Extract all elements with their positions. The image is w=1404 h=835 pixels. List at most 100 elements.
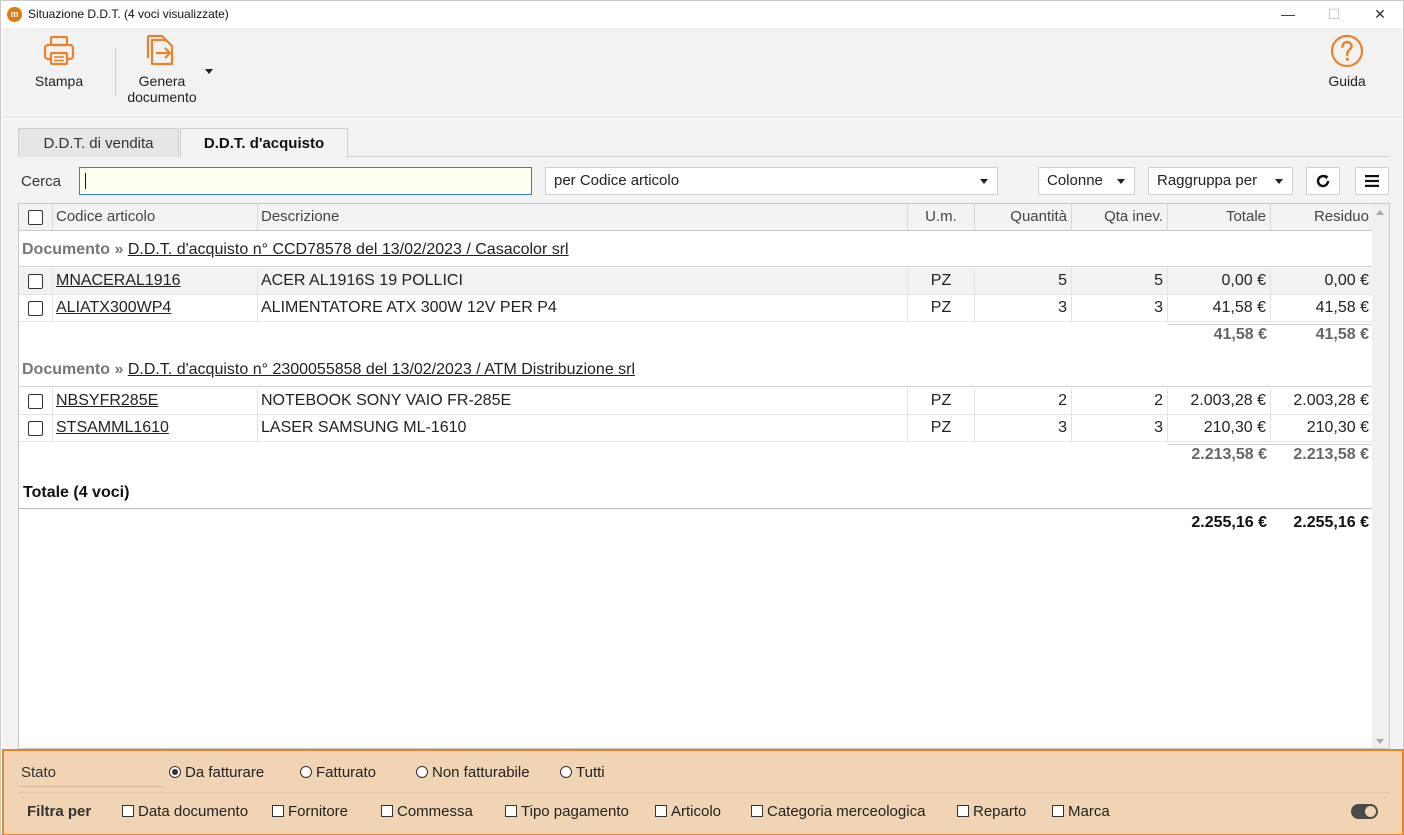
help-label: Guida: [1328, 73, 1366, 89]
document-link[interactable]: D.D.T. d'acquisto n° CCD78578 del 13/02/…: [128, 241, 569, 258]
residuo-cell: 0,00 €: [1324, 272, 1369, 289]
residuo-cell: 2.003,28 €: [1293, 392, 1369, 409]
search-mode-select[interactable]: per Codice articolo: [545, 167, 998, 195]
um-cell: PZ: [908, 268, 975, 294]
group-by-dropdown[interactable]: Raggruppa per: [1148, 167, 1293, 195]
filter-data-documento[interactable]: Data documento: [122, 803, 248, 820]
radio-label: Da fatturare: [185, 764, 265, 781]
document-group-header: Documento » D.D.T. d'acquisto n° CCD7857…: [22, 241, 569, 259]
generate-label-line1: Genera: [138, 73, 186, 89]
tab-ddt-vendita[interactable]: D.D.T. di vendita: [18, 128, 179, 157]
total-cell: 0,00 €: [1168, 268, 1271, 294]
filter-articolo[interactable]: Articolo: [655, 803, 721, 820]
header-quantita[interactable]: Quantità: [975, 204, 1072, 230]
qta-inev-cell: 3: [1072, 415, 1168, 441]
header-qta-inev[interactable]: Qta inev.: [1072, 204, 1168, 230]
header-totale[interactable]: Totale: [1168, 204, 1271, 230]
generate-document-button[interactable]: Genera documento: [120, 33, 204, 111]
select-all-checkbox[interactable]: [28, 210, 43, 225]
article-code-link[interactable]: ALIATX300WP4: [56, 299, 171, 316]
article-code-link[interactable]: STSAMML1610: [56, 419, 169, 436]
columns-dropdown[interactable]: Colonne: [1038, 167, 1135, 195]
print-button[interactable]: Stampa: [24, 33, 94, 95]
printer-icon: [43, 35, 75, 66]
tab-ddt-acquisto[interactable]: D.D.T. d'acquisto: [180, 128, 348, 158]
radio-icon: [560, 766, 572, 778]
close-button[interactable]: ✕: [1357, 1, 1403, 28]
checkbox-label: Categoria merceologica: [767, 803, 926, 820]
total-cell: 210,30 €: [1168, 415, 1271, 441]
table-row[interactable]: ALIATX300WP4 ALIMENTATORE ATX 300W 12V P…: [19, 295, 1373, 322]
row-check-cell: [19, 268, 53, 294]
filter-categoria-merceologica[interactable]: Categoria merceologica: [751, 803, 925, 820]
checkbox-icon: [381, 805, 393, 817]
stato-divider: [18, 786, 163, 787]
filter-reparto[interactable]: Reparto: [957, 803, 1026, 820]
um-cell: PZ: [908, 295, 975, 321]
row-checkbox[interactable]: [28, 301, 43, 316]
radio-da-fatturare[interactable]: Da fatturare: [169, 764, 264, 781]
filter-commessa[interactable]: Commessa: [381, 803, 473, 820]
main-content: D.D.T. di vendita D.D.T. d'acquisto Cerc…: [2, 119, 1402, 749]
article-code-link[interactable]: MNACERAL1916: [56, 272, 181, 289]
scroll-up-icon[interactable]: [1376, 210, 1384, 215]
table-row[interactable]: NBSYFR285E NOTEBOOK SONY VAIO FR-285E PZ…: [19, 388, 1373, 415]
residuo-cell: 41,58 €: [1315, 299, 1369, 316]
document-link[interactable]: D.D.T. d'acquisto n° 2300055858 del 13/0…: [128, 361, 635, 378]
group-subtotal-total: 41,58 €: [1213, 326, 1267, 343]
document-separator: »: [114, 241, 124, 258]
help-button[interactable]: Guida: [1315, 33, 1379, 95]
um-cell: PZ: [908, 415, 975, 441]
filter-fornitore[interactable]: Fornitore: [272, 803, 348, 820]
document-label: Documento: [22, 361, 110, 378]
ddt-grid: Codice articolo Descrizione U.m. Quantit…: [18, 203, 1390, 749]
residuo-cell: 210,30 €: [1306, 419, 1369, 436]
description-cell: ACER AL1916S 19 POLLICI: [258, 268, 908, 294]
generate-dropdown-icon[interactable]: [205, 69, 213, 74]
quantity-cell: 3: [975, 295, 1072, 321]
qta-inev-cell: 5: [1072, 268, 1168, 294]
minimize-button[interactable]: —: [1265, 1, 1311, 28]
row-checkbox[interactable]: [28, 421, 43, 436]
group-by-label: Raggruppa per: [1157, 172, 1258, 189]
row-checkbox[interactable]: [28, 274, 43, 289]
export-document-icon: [146, 34, 174, 66]
code-cell: MNACERAL1916: [53, 268, 258, 294]
menu-button[interactable]: [1355, 167, 1389, 195]
row-check-cell: [19, 295, 53, 321]
code-cell: ALIATX300WP4: [53, 295, 258, 321]
radio-tutti[interactable]: Tutti: [560, 764, 605, 781]
app-logo-icon: m: [7, 7, 22, 22]
description-cell: ALIMENTATORE ATX 300W 12V PER P4: [258, 295, 908, 321]
checkbox-label: Data documento: [138, 803, 249, 820]
code-cell: STSAMML1610: [53, 415, 258, 441]
toolbar-separator: [115, 48, 116, 96]
vertical-scrollbar[interactable]: [1372, 204, 1389, 748]
header-descrizione[interactable]: Descrizione: [258, 204, 908, 230]
search-input[interactable]: [79, 167, 532, 195]
stato-label: Stato: [21, 764, 57, 781]
header-um[interactable]: U.m.: [908, 204, 975, 230]
table-row[interactable]: STSAMML1610 LASER SAMSUNG ML-1610 PZ 3 3…: [19, 415, 1373, 442]
refresh-button[interactable]: [1306, 167, 1340, 195]
filter-toggle-switch[interactable]: [1351, 804, 1378, 819]
radio-fatturato[interactable]: Fatturato: [300, 764, 376, 781]
filter-marca[interactable]: Marca: [1052, 803, 1110, 820]
header-codice-articolo[interactable]: Codice articolo: [53, 204, 258, 230]
article-code-link[interactable]: NBSYFR285E: [56, 392, 158, 409]
toolbar: Stampa Genera documento Guida: [2, 28, 1402, 118]
filter-tipo-pagamento[interactable]: Tipo pagamento: [505, 803, 629, 820]
title-bar: m Situazione D.D.T. (4 voci visualizzate…: [1, 1, 1403, 28]
total-cell: 2.003,28 €: [1168, 388, 1271, 414]
search-label: Cerca: [21, 173, 62, 190]
header-residuo[interactable]: Residuo: [1271, 204, 1373, 230]
table-row[interactable]: MNACERAL1916 ACER AL1916S 19 POLLICI PZ …: [19, 268, 1373, 295]
document-group-header: Documento » D.D.T. d'acquisto n° 2300055…: [22, 361, 635, 379]
maximize-button[interactable]: ☐: [1311, 1, 1357, 28]
radio-non-fatturabile[interactable]: Non fatturabile: [416, 764, 530, 781]
row-checkbox[interactable]: [28, 394, 43, 409]
qta-inev-cell: 3: [1072, 295, 1168, 321]
scroll-down-icon[interactable]: [1376, 739, 1384, 744]
grand-total-divider: [19, 508, 1373, 509]
checkbox-icon: [655, 805, 667, 817]
